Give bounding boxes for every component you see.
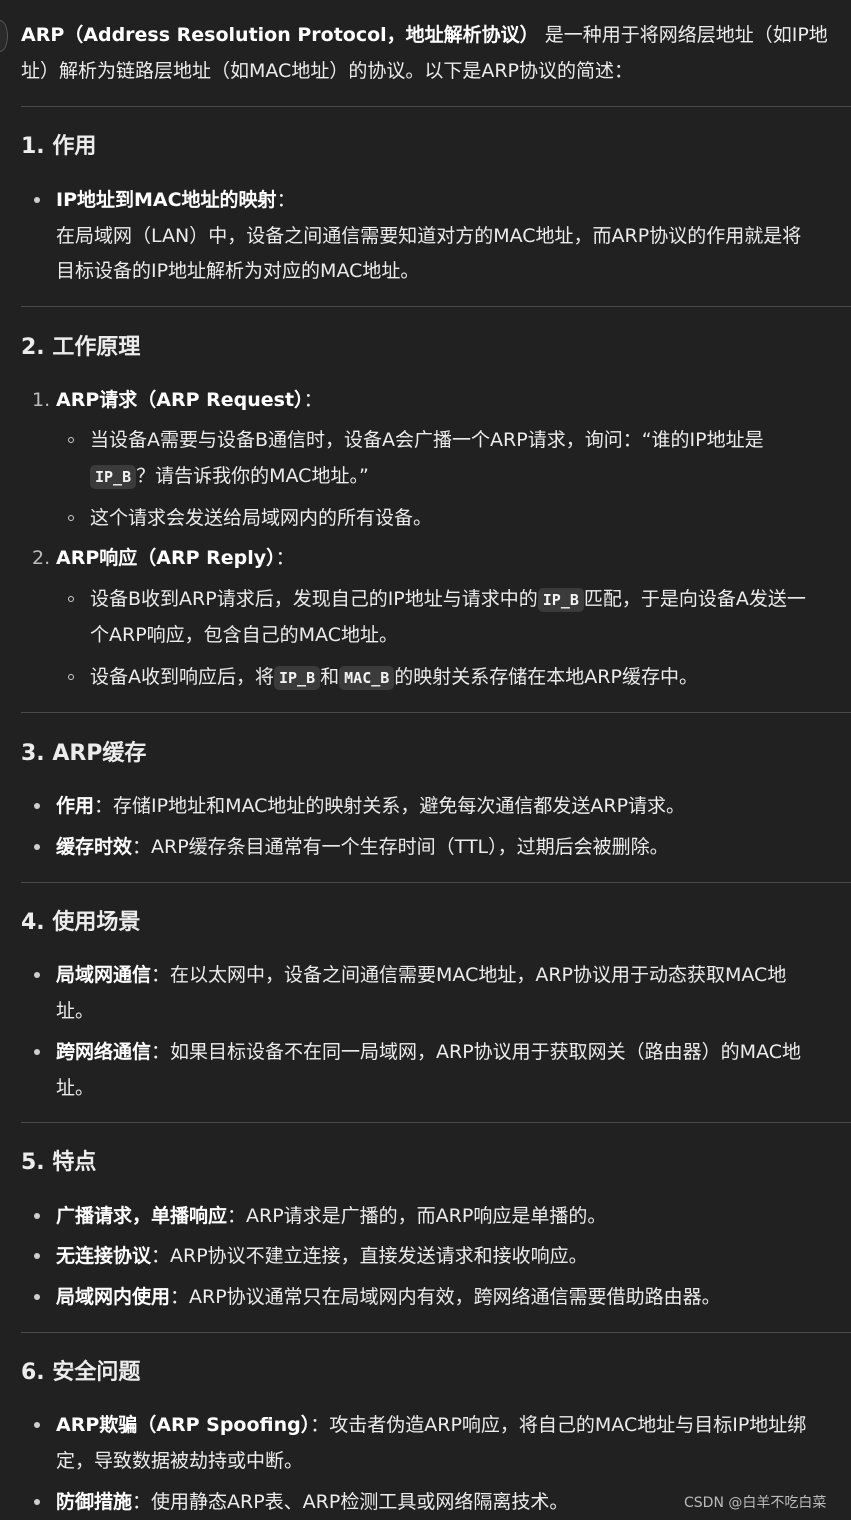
divider bbox=[21, 882, 851, 883]
bullet bbox=[34, 1213, 40, 1219]
divider bbox=[21, 1122, 851, 1123]
item-label: 局域网通信 bbox=[56, 964, 152, 986]
item-label: ARP欺骗（ARP Spoofing） bbox=[56, 1414, 311, 1436]
scroll-edge-handle bbox=[0, 20, 8, 52]
divider bbox=[21, 712, 851, 713]
item-label: 局域网内使用 bbox=[56, 1286, 171, 1308]
bullet bbox=[34, 844, 40, 850]
inline-code: IP_B bbox=[537, 588, 584, 612]
section-1-title: 1. 作用 bbox=[21, 134, 97, 159]
intro-bold: ARP（Address Resolution Protocol，地址解析协议） bbox=[21, 24, 539, 46]
item-text: 在局域网（LAN）中，设备之间通信需要知道对方的MAC地址，而ARP协议的作用就… bbox=[56, 225, 802, 247]
intro-line2: 址）解析为链路层地址（如MAC地址）的协议。以下是ARP协议的简述： bbox=[21, 60, 633, 82]
bullet bbox=[34, 1499, 40, 1505]
bullet bbox=[34, 1422, 40, 1428]
item-text: 目标设备的IP地址解析为对应的MAC地址。 bbox=[56, 260, 420, 282]
divider bbox=[21, 106, 851, 107]
item-label: ARP请求（ARP Request） bbox=[56, 389, 304, 411]
inline-code: IP_B bbox=[274, 666, 321, 690]
circle-bullet bbox=[68, 515, 74, 521]
section-6-title: 6. 安全问题 bbox=[21, 1360, 141, 1385]
bullet bbox=[34, 1253, 40, 1259]
item-label: 缓存时效 bbox=[56, 836, 133, 858]
circle-bullet bbox=[68, 596, 74, 602]
section-4-title: 4. 使用场景 bbox=[21, 910, 141, 935]
item-label: ARP响应（ARP Reply） bbox=[56, 547, 276, 569]
item-label: 作用 bbox=[56, 795, 95, 817]
section-3-title: 3. ARP缓存 bbox=[21, 741, 147, 766]
bullet bbox=[34, 803, 40, 809]
item-label: 跨网络通信 bbox=[56, 1041, 152, 1063]
item-label: 防御措施 bbox=[56, 1491, 133, 1513]
item-label: 无连接协议 bbox=[56, 1245, 152, 1267]
intro-line1: 是一种用于将网络层地址（如IP地 bbox=[544, 24, 828, 46]
divider bbox=[21, 306, 851, 307]
watermark: CSDN @白羊不吃白菜 bbox=[684, 1495, 827, 1511]
item-label: 广播请求，单播响应 bbox=[56, 1205, 228, 1227]
intro-paragraph: ARP（Address Resolution Protocol，地址解析协议） … bbox=[21, 17, 841, 89]
circle-bullet bbox=[68, 674, 74, 680]
inline-code: MAC_B bbox=[339, 666, 395, 690]
circle-bullet bbox=[68, 437, 74, 443]
bullet bbox=[34, 1294, 40, 1300]
item-label: IP地址到MAC地址的映射 bbox=[56, 189, 277, 211]
inline-code: IP_B bbox=[90, 465, 137, 489]
bullet bbox=[34, 972, 40, 978]
section-5-title: 5. 特点 bbox=[21, 1150, 97, 1175]
divider bbox=[21, 1332, 851, 1333]
bullet bbox=[34, 1049, 40, 1055]
bullet bbox=[34, 197, 40, 203]
section-2-title: 2. 工作原理 bbox=[21, 335, 141, 360]
